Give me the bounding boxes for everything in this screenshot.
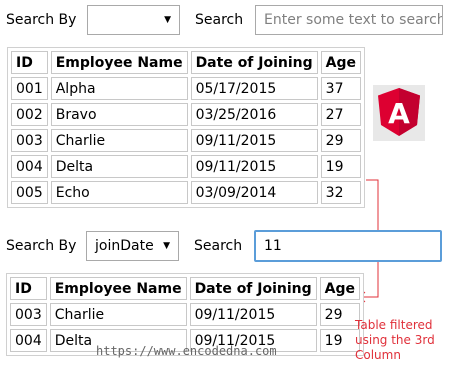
table-cell: 09/11/2015: [190, 155, 318, 178]
search-by-label-bottom: Search By: [6, 238, 77, 254]
select-value: joinDate: [95, 238, 154, 254]
table-cell: 03/09/2014: [190, 181, 318, 204]
search-by-label-top: Search By: [6, 12, 77, 28]
table-cell: Bravo: [50, 103, 188, 126]
table-cell: 05/17/2015: [190, 77, 318, 100]
table-cell: 004: [11, 155, 48, 178]
search-input-top[interactable]: Enter some text to search: [255, 5, 443, 35]
search-label-bottom: Search: [194, 238, 243, 254]
table-row: 003 Charlie 09/11/2015 29: [10, 303, 361, 326]
search-by-select-bottom[interactable]: joinDate ▼: [86, 231, 179, 261]
table-header-row: ID Employee Name Date of Joining Age: [10, 277, 361, 300]
table-cell: 09/11/2015: [190, 129, 318, 152]
search-label-top: Search: [195, 12, 244, 28]
search-input-bottom[interactable]: 11: [254, 230, 442, 262]
table-cell: 003: [10, 303, 47, 326]
column-header: Age: [320, 51, 362, 74]
column-header: Date of Joining: [190, 51, 318, 74]
column-header: Date of Joining: [189, 277, 317, 300]
search-by-select-top[interactable]: ▼: [87, 5, 180, 35]
table-cell: 19: [319, 329, 361, 352]
dropdown-arrow-icon: ▼: [163, 241, 170, 251]
table-cell: 29: [319, 303, 361, 326]
column-header: Employee Name: [50, 51, 188, 74]
table-cell: 004: [10, 329, 47, 352]
table-cell: Charlie: [50, 129, 188, 152]
table-cell: 005: [11, 181, 48, 204]
table-cell: 03/25/2016: [190, 103, 318, 126]
column-header: Employee Name: [49, 277, 187, 300]
table-cell: Alpha: [50, 77, 188, 100]
annotation-text: Table filtered using the 3rd Column: [355, 318, 435, 363]
table-cell: 003: [11, 129, 48, 152]
table-row: 004 Delta 09/11/2015 19: [11, 155, 362, 178]
table-cell: 27: [320, 103, 362, 126]
table-row: 001 Alpha 05/17/2015 37: [11, 77, 362, 100]
table-cell: 29: [320, 129, 362, 152]
table-row: 003 Charlie 09/11/2015 29: [11, 129, 362, 152]
table-cell: Echo: [50, 181, 188, 204]
table-row: 002 Bravo 03/25/2016 27: [11, 103, 362, 126]
column-header: Age: [319, 277, 361, 300]
column-header: ID: [10, 277, 47, 300]
employee-table-top: ID Employee Name Date of Joining Age 001…: [7, 47, 366, 208]
watermark: https://www.encodedna.com: [96, 344, 277, 358]
table-cell: 37: [320, 77, 362, 100]
annotation-line: Table filtered: [355, 318, 433, 332]
logo-letter: A: [388, 97, 410, 130]
angular-logo-icon: A: [373, 85, 425, 141]
dropdown-arrow-icon: ▼: [164, 15, 171, 25]
annotation-line: using the 3rd: [355, 333, 435, 347]
column-header: ID: [11, 51, 48, 74]
table-row: 005 Echo 03/09/2014 32: [11, 181, 362, 204]
table-cell: Charlie: [49, 303, 187, 326]
table-cell: 09/11/2015: [189, 303, 317, 326]
table-cell: 002: [11, 103, 48, 126]
annotation-line: Column: [355, 348, 401, 362]
table-cell: Delta: [50, 155, 188, 178]
table-header-row: ID Employee Name Date of Joining Age: [11, 51, 362, 74]
table-cell: 001: [11, 77, 48, 100]
